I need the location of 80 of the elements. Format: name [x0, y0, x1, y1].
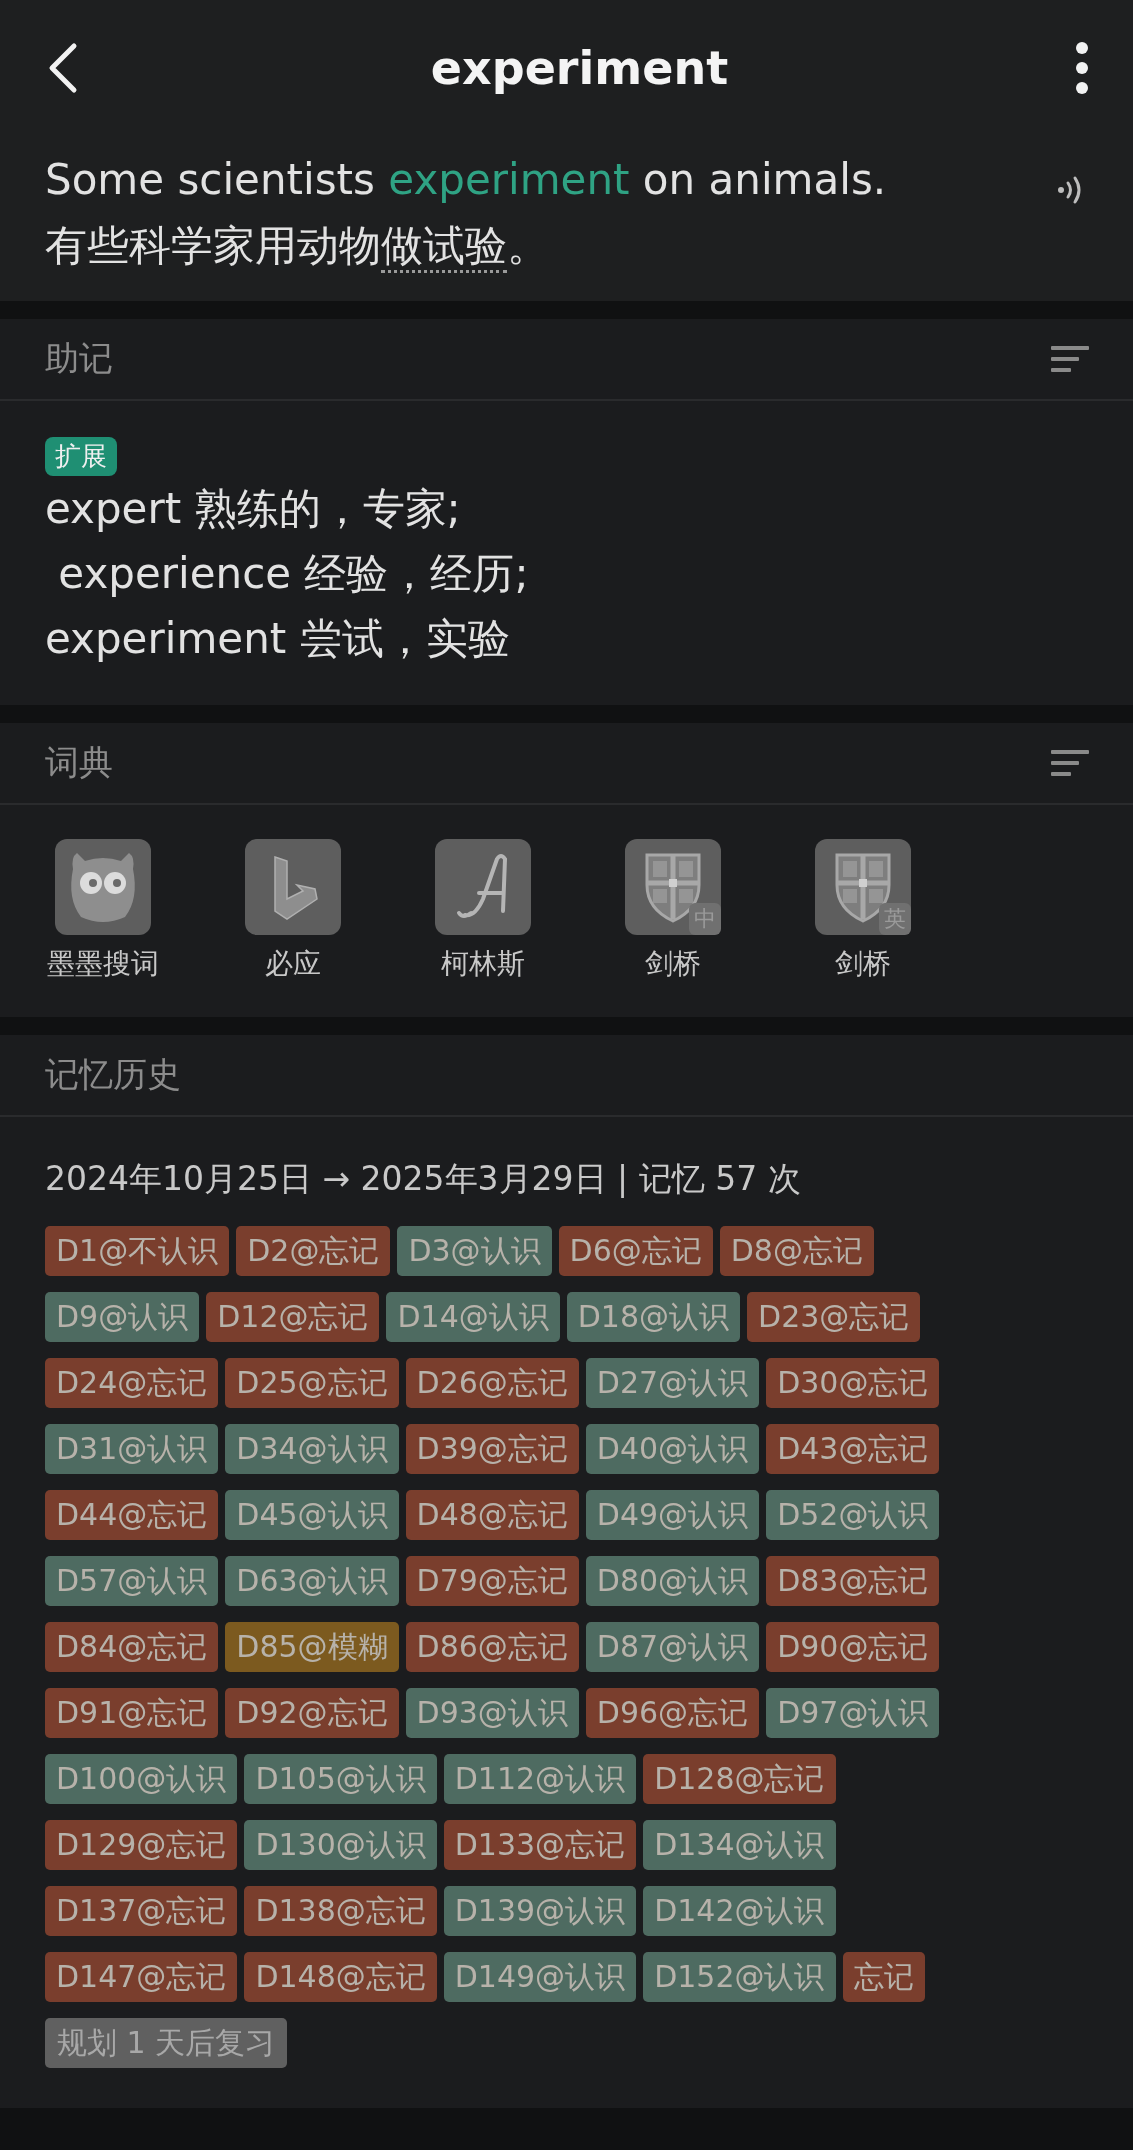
review-tag: D129@忘记: [45, 1820, 238, 1870]
review-tag: D142@认识: [643, 1886, 836, 1936]
review-tag: D128@忘记: [643, 1754, 836, 1804]
example-translation: 有些科学家用动物做试验。: [45, 217, 887, 275]
review-tag: D138@忘记: [244, 1886, 437, 1936]
review-tag: D96@忘记: [585, 1688, 760, 1738]
review-tag: D93@认识: [405, 1688, 579, 1738]
review-tag: D79@忘记: [405, 1556, 579, 1606]
review-tag: D43@忘记: [766, 1424, 940, 1474]
review-tag: D112@认识: [443, 1754, 637, 1804]
review-tag: D139@认识: [443, 1886, 637, 1936]
dictionary-label: 柯林斯: [441, 946, 525, 982]
review-tag: D12@忘记: [206, 1292, 380, 1342]
tag-label: 扩展: [45, 437, 117, 476]
review-tag: D137@忘记: [45, 1886, 238, 1936]
dictionary-app-icon[interactable]: [55, 839, 151, 935]
review-tag: D34@认识: [225, 1424, 399, 1474]
review-tag: D1@不认识: [45, 1226, 230, 1276]
review-tag: D6@忘记: [558, 1226, 713, 1276]
review-tag: D148@忘记: [244, 1952, 437, 2002]
review-tag: D134@认识: [643, 1820, 836, 1870]
review-tag: D40@认识: [585, 1424, 760, 1474]
dictionary-label: 必应: [265, 946, 321, 982]
review-tag: D133@忘记: [443, 1820, 637, 1870]
review-tag: D27@认识: [585, 1358, 760, 1408]
review-tag: D14@认识: [386, 1292, 560, 1342]
review-tag: D91@忘记: [45, 1688, 219, 1738]
dictionary-label: 剑桥: [645, 946, 701, 982]
review-tag: D26@忘记: [405, 1358, 579, 1408]
review-tag: D152@认识: [643, 1952, 836, 2002]
section-title: 词典: [45, 741, 113, 784]
review-tag: D23@忘记: [747, 1292, 921, 1342]
review-tag: D87@认识: [585, 1622, 760, 1672]
dictionary-app-icon[interactable]: [245, 839, 341, 935]
review-tag: D24@忘记: [45, 1358, 219, 1408]
mnemonic-line: experiment 尝试，实验: [45, 613, 511, 665]
more-icon[interactable]: [1075, 39, 1089, 96]
dictionary-app-icon[interactable]: [435, 839, 531, 935]
review-tag: D130@认识: [244, 1820, 437, 1870]
section-title: 记忆历史: [45, 1053, 181, 1096]
review-tag: D80@认识: [585, 1556, 760, 1606]
mnemonic-line: experience 经验，经历;: [57, 548, 530, 600]
review-tag: D83@忘记: [766, 1556, 940, 1606]
review-tag: D39@忘记: [405, 1424, 579, 1474]
review-tag: D49@认识: [585, 1490, 760, 1540]
review-tag: D48@忘记: [405, 1490, 579, 1540]
review-tag: D44@忘记: [45, 1490, 219, 1540]
plan-tag: 规划 1 天后复习: [45, 2018, 288, 2068]
review-tag: D2@忘记: [236, 1226, 391, 1276]
review-tag: D86@忘记: [405, 1622, 579, 1672]
mnemonic-line: expert 熟练的，专家;: [45, 483, 462, 535]
sort-icon[interactable]: [1051, 749, 1089, 777]
review-tag: D105@认识: [244, 1754, 437, 1804]
page-title: experiment: [430, 40, 729, 95]
history-summary: 2024年10月25日 → 2025年3月29日 | 记忆 57 次: [45, 1158, 802, 1200]
review-tag: D18@认识: [566, 1292, 741, 1342]
review-tag: 忘记: [842, 1952, 925, 2002]
dictionary-label: 墨墨搜词: [47, 946, 159, 982]
review-tag: D63@认识: [225, 1556, 399, 1606]
review-tag: D92@忘记: [225, 1688, 399, 1738]
review-tag: D31@认识: [45, 1424, 219, 1474]
review-tag: D100@认识: [45, 1754, 238, 1804]
example-sentence: Some scientists experiment on animals.: [45, 154, 887, 206]
review-tag: D52@认识: [766, 1490, 940, 1540]
review-tag: D3@认识: [397, 1226, 552, 1276]
review-tag: D45@认识: [225, 1490, 399, 1540]
review-tag: D85@模糊: [225, 1622, 399, 1672]
review-tag: D147@忘记: [45, 1952, 238, 2002]
review-tag: D30@忘记: [766, 1358, 940, 1408]
review-tag: D90@忘记: [766, 1622, 940, 1672]
review-tag: D8@忘记: [719, 1226, 874, 1276]
review-tag: D97@认识: [766, 1688, 940, 1738]
review-tag: D25@忘记: [225, 1358, 399, 1408]
review-tag: D149@认识: [443, 1952, 637, 2002]
dictionary-label: 剑桥: [835, 946, 891, 982]
review-tag: D57@认识: [45, 1556, 219, 1606]
review-tag: D84@忘记: [45, 1622, 219, 1672]
review-tag: D9@认识: [45, 1292, 200, 1342]
section-title: 助记: [45, 337, 113, 380]
sort-icon[interactable]: [1051, 345, 1089, 373]
